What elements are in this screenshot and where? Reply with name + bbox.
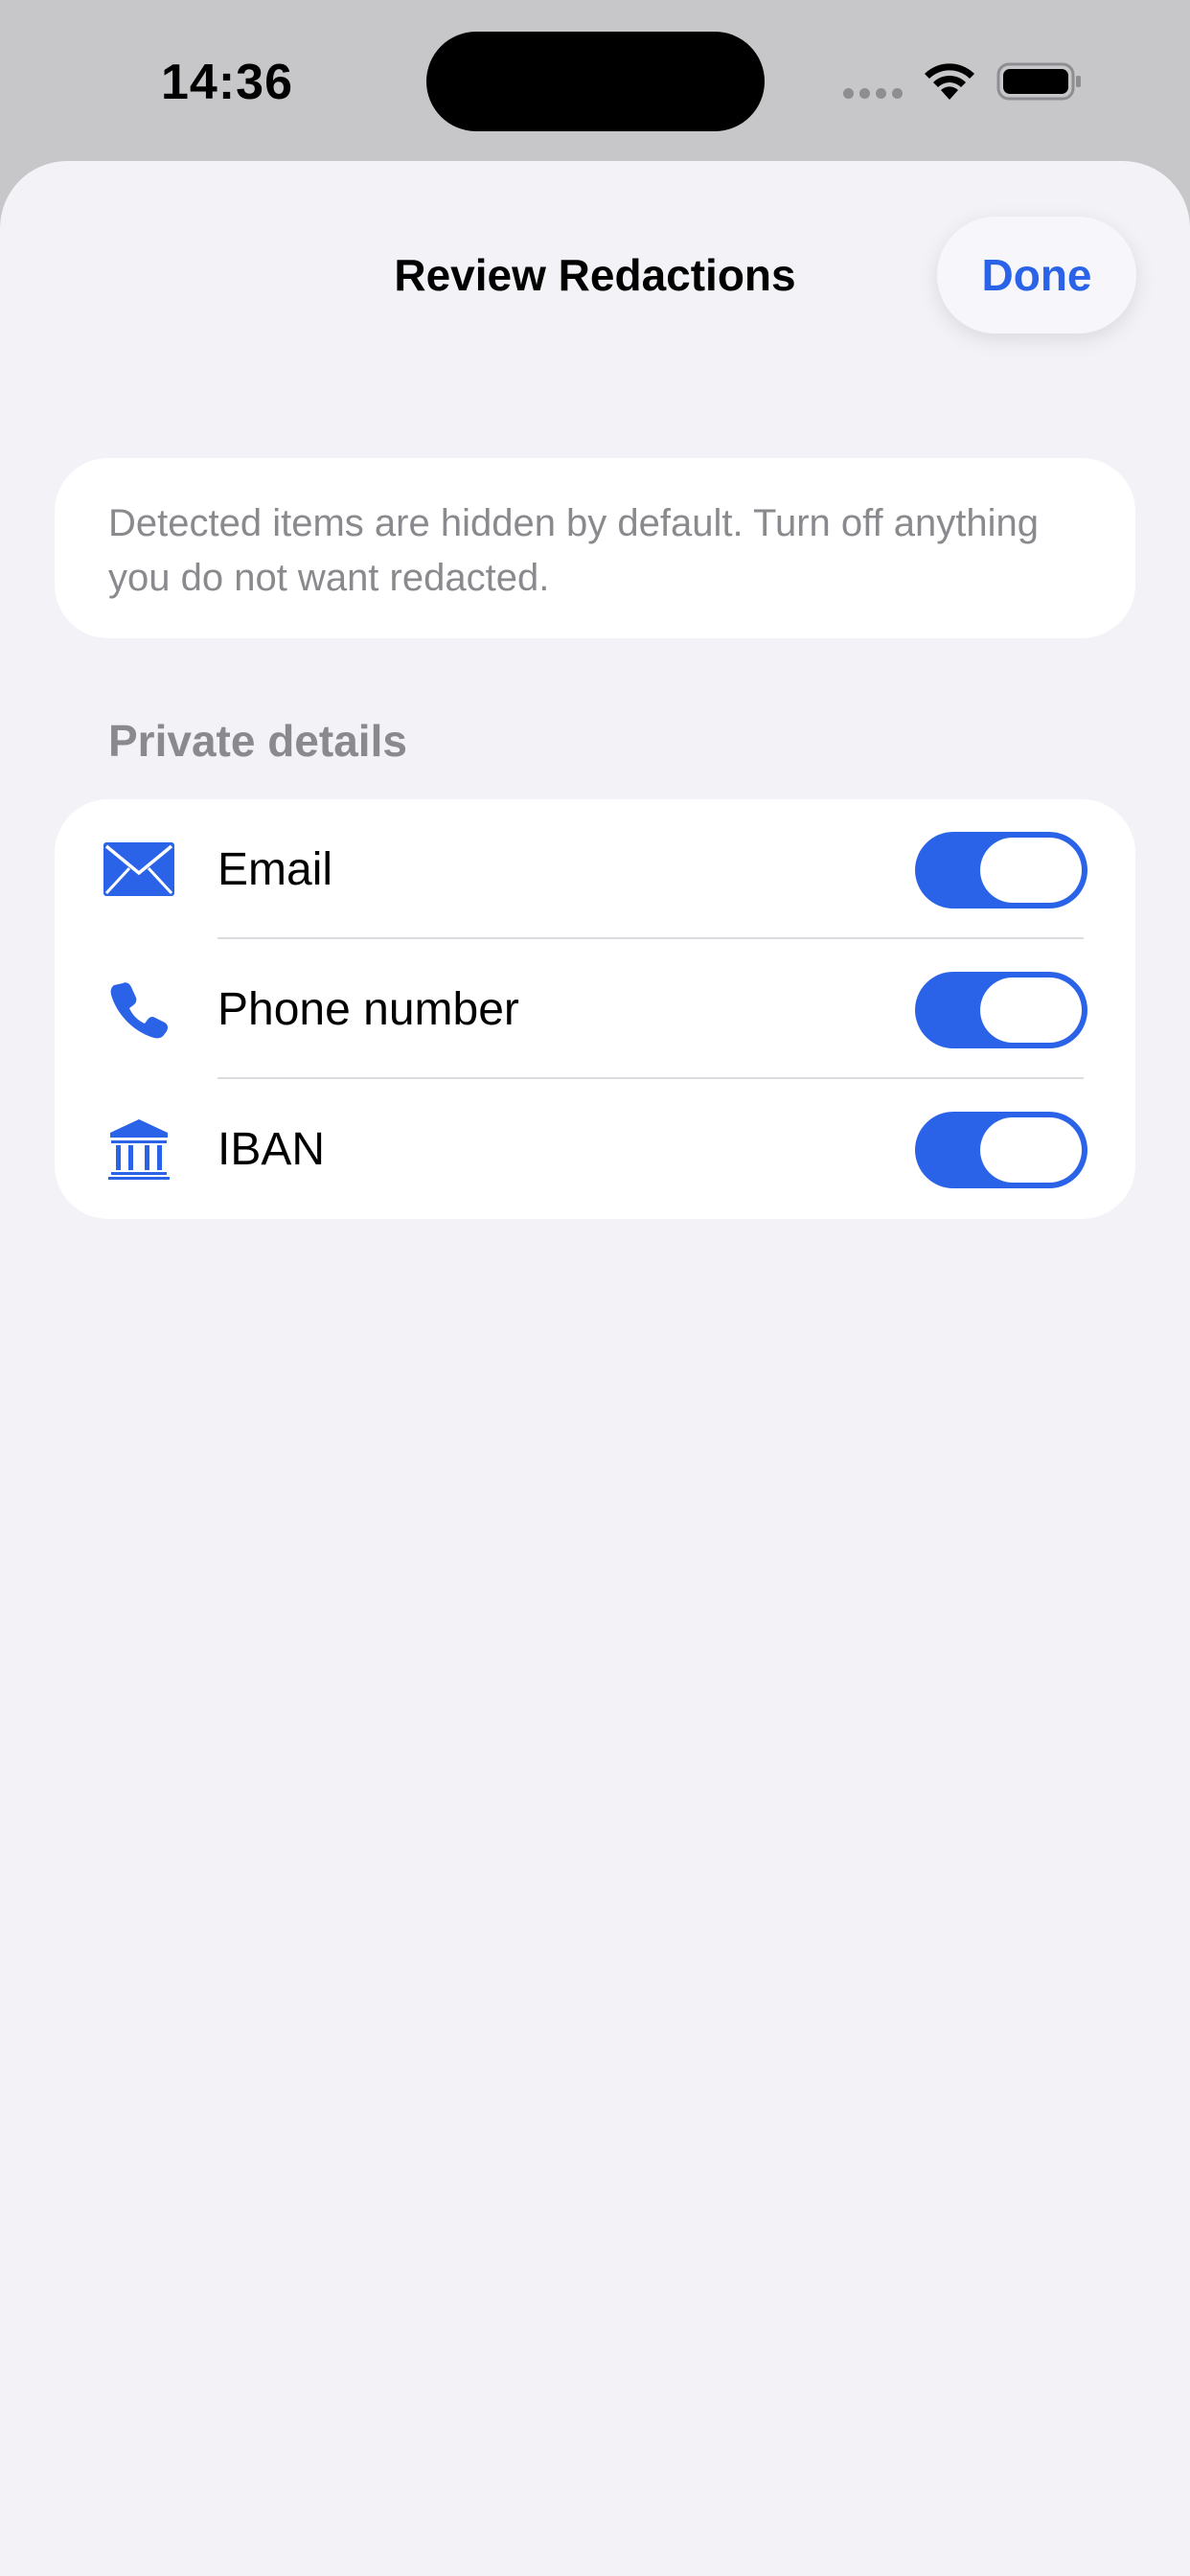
item-label: Email (217, 844, 333, 895)
list-item-email: Email (55, 799, 1135, 939)
toggle-knob (980, 838, 1082, 903)
redaction-sheet: Review Redactions Done Detected items ar… (0, 161, 1190, 2576)
battery-icon (996, 62, 1081, 101)
email-toggle[interactable] (915, 832, 1087, 908)
phone-number-toggle[interactable] (915, 972, 1087, 1048)
item-label: IBAN (217, 1124, 326, 1175)
bank-icon (103, 1114, 175, 1184)
toggle-knob (980, 978, 1082, 1043)
private-details-list: Email Phone number IBAN (55, 799, 1135, 1219)
iban-toggle[interactable] (915, 1112, 1087, 1188)
info-text: Detected items are hidden by default. Tu… (108, 502, 1039, 599)
status-time: 14:36 (161, 55, 293, 110)
item-label: Phone number (217, 984, 519, 1035)
wifi-icon (925, 63, 974, 100)
toggle-knob (980, 1117, 1082, 1183)
section-header: Private details (108, 716, 407, 766)
list-item-phone-number: Phone number (55, 939, 1135, 1079)
dynamic-island (426, 32, 765, 131)
info-card: Detected items are hidden by default. Tu… (55, 458, 1135, 638)
list-item-iban: IBAN (55, 1079, 1135, 1219)
cellular-signal-icon (843, 88, 906, 100)
envelope-icon (103, 834, 175, 905)
phone-icon (103, 974, 175, 1045)
done-button[interactable]: Done (937, 217, 1136, 334)
status-bar: 14:36 (0, 0, 1190, 163)
